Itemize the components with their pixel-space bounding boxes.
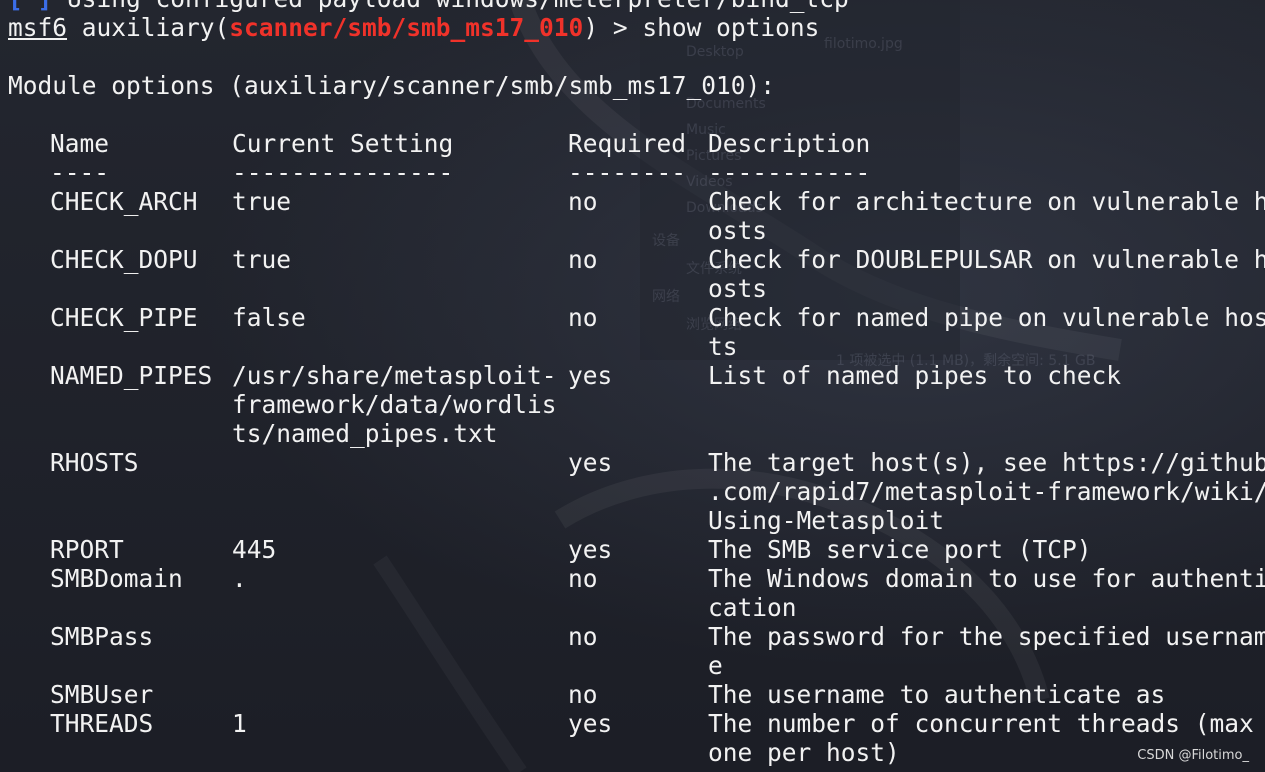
option-name: SMBUser (50, 680, 154, 709)
option-row: RPORT 445 yes The SMB service port (TCP) (8, 535, 1265, 564)
underline-current-setting: --------------- (232, 158, 454, 187)
prompt-name: msf6 (8, 13, 68, 42)
option-row: SMBDomain . no The Windows domain to use… (8, 564, 1265, 622)
option-name: RHOSTS (50, 448, 139, 477)
option-row: RHOSTS yes The target host(s), see https… (8, 448, 1265, 535)
prompt-module: scanner/smb/smb_ms17_010 (229, 13, 584, 42)
option-name: SMBPass (50, 622, 154, 651)
prompt-suffix: ) > (583, 13, 643, 42)
option-row: CHECK_PIPE false no Check for named pipe… (8, 303, 1265, 361)
option-required: yes (568, 709, 613, 738)
command-prompt: msf6 auxiliary(scanner/smb/smb_ms17_010)… (8, 13, 1265, 42)
module-options-title: Module options (auxiliary/scanner/smb/sm… (8, 71, 776, 100)
option-description: The SMB service port (TCP) (708, 535, 1092, 564)
header-current-setting: Current Setting (232, 129, 454, 158)
option-setting: 445 (232, 535, 277, 564)
option-name: THREADS (50, 709, 154, 738)
option-name: CHECK_PIPE (50, 303, 198, 332)
option-description: Check for named pipe on vulnerable hos t… (708, 303, 1265, 361)
option-row: CHECK_ARCH true no Check for architectur… (8, 187, 1265, 245)
option-name: RPORT (50, 535, 124, 564)
option-setting: /usr/share/metasploit- framework/data/wo… (232, 361, 557, 448)
csdn-watermark: CSDN @Filotimo_ (1137, 748, 1249, 763)
option-setting: 1 (232, 709, 247, 738)
option-row: THREADS 1 yes The number of concurrent t… (8, 709, 1265, 767)
option-setting: false (232, 303, 306, 332)
header-description: Description (708, 129, 871, 158)
option-required: yes (568, 448, 613, 477)
underline-required: -------- (568, 158, 687, 187)
options-header-row: Name Current Setting Required Descriptio… (8, 129, 1265, 158)
status-text: Using configured payload windows/meterpr… (67, 0, 849, 13)
option-description: The username to authenticate as (708, 680, 1166, 709)
option-description: Check for DOUBLEPULSAR on vulnerable h o… (708, 245, 1265, 303)
option-required: no (568, 622, 598, 651)
option-name: CHECK_ARCH (50, 187, 198, 216)
underline-name: ---- (50, 158, 110, 187)
option-description: List of named pipes to check (708, 361, 1122, 390)
option-setting: . (232, 564, 247, 593)
option-name: CHECK_DOPU (50, 245, 198, 274)
option-required: no (568, 680, 598, 709)
prompt-prefix: auxiliary( (81, 13, 230, 42)
prompt-command: show options (642, 13, 820, 42)
options-table-body: CHECK_ARCH true no Check for architectur… (8, 187, 1265, 767)
option-row: SMBPass no The password for the specifie… (8, 622, 1265, 680)
option-required: no (568, 564, 598, 593)
option-name: SMBDomain (50, 564, 183, 593)
option-required: no (568, 245, 598, 274)
option-description: Check for architecture on vulnerable h o… (708, 187, 1265, 245)
option-row: SMBUser no The username to authenticate … (8, 680, 1265, 709)
header-name: Name (50, 129, 110, 158)
option-required: no (568, 303, 598, 332)
option-name: NAMED_PIPES (50, 361, 213, 390)
option-row: NAMED_PIPES /usr/share/metasploit- frame… (8, 361, 1265, 448)
option-setting: true (232, 187, 292, 216)
option-description: The target host(s), see https://github .… (708, 448, 1265, 535)
option-required: yes (568, 361, 613, 390)
option-required: yes (568, 535, 613, 564)
terminal-output[interactable]: [*] Using configured payload windows/met… (8, 0, 1265, 767)
option-description: The password for the specified usernam e (708, 622, 1265, 680)
status-line: [*] Using configured payload windows/met… (8, 0, 1265, 13)
option-description: The Windows domain to use for authenti c… (708, 564, 1265, 622)
status-marker: [*] (8, 0, 52, 13)
option-required: no (568, 187, 598, 216)
header-required: Required (568, 129, 687, 158)
options-underline-row: ---- --------------- -------- ----------… (8, 158, 1265, 187)
option-row: CHECK_DOPU true no Check for DOUBLEPULSA… (8, 245, 1265, 303)
underline-description: ----------- (708, 158, 871, 187)
option-setting: true (232, 245, 292, 274)
